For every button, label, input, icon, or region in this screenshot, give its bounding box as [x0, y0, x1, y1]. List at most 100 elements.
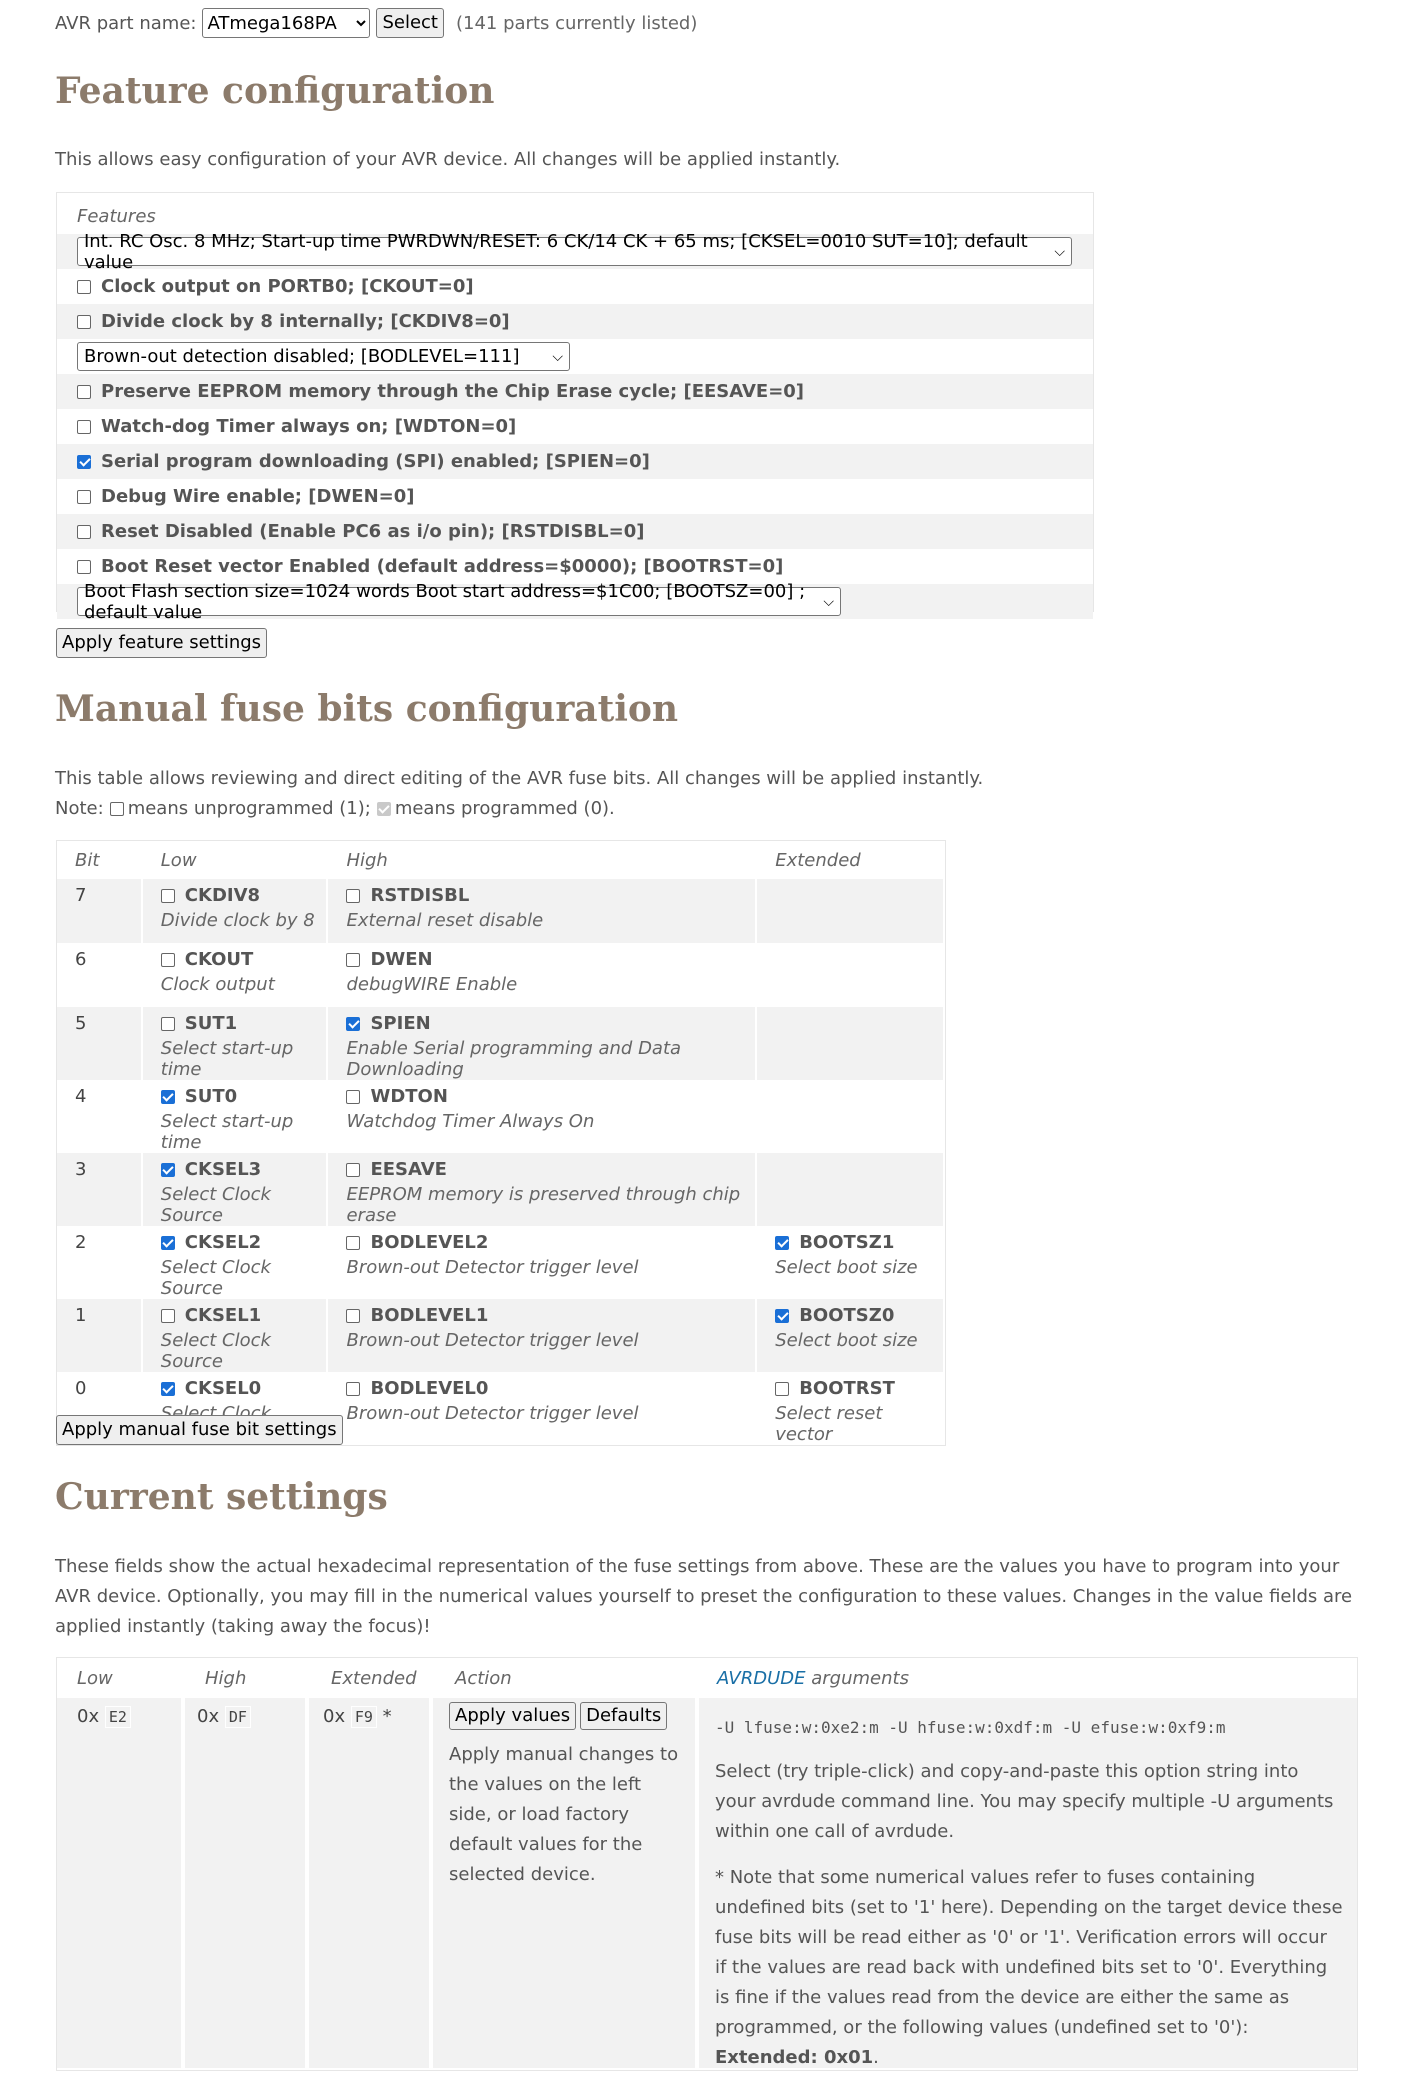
bootsz-select[interactable]: Boot Flash section size=1024 words Boot …: [77, 581, 841, 623]
empty-cell: [757, 879, 945, 943]
oscillator-row: Int. RC Osc. 8 MHz; Start-up time PWRDWN…: [57, 231, 1093, 273]
checkbox-checked[interactable]: [775, 1235, 790, 1250]
fuse-bits-table-panel: Bit Low High Extended 7 CKDIV8 Divide clo…: [56, 840, 946, 1446]
avrdude-args[interactable]: -U lfuse:w:0xe2:m -U hfuse:w:0xdf:m -U e…: [715, 1718, 1343, 1737]
checkbox[interactable]: [346, 1162, 361, 1177]
checkbox[interactable]: [346, 1381, 361, 1396]
part-select[interactable]: ATmega168PA: [202, 8, 371, 38]
low-cell: 0x E2: [57, 1698, 181, 2068]
undefined-bits-note: * Note that some numerical values refer …: [715, 1867, 1343, 2068]
programmed-checkbox-icon: [376, 802, 391, 816]
checkbox-checked[interactable]: [160, 1162, 175, 1177]
feature-eesave[interactable]: Preserve EEPROM memory through the Chip …: [57, 374, 1093, 409]
checkbox[interactable]: [346, 888, 361, 903]
checkbox-checked[interactable]: [346, 1016, 361, 1031]
feature-bootrst[interactable]: Boot Reset vector Enabled (default addre…: [57, 549, 1093, 584]
current-settings-desc: These fields show the actual hexadecimal…: [55, 1556, 1353, 1637]
checkbox-checked[interactable]: [160, 1235, 175, 1250]
table-row: 7 CKDIV8 Divide clock by 8 RSTDISBL Extern…: [57, 879, 945, 943]
part-label: AVR part name:: [55, 12, 197, 34]
chevron-down-icon: ⌵: [1054, 243, 1065, 260]
checkbox[interactable]: [346, 1308, 361, 1323]
bit-number: 6: [57, 943, 143, 1007]
manual-fuse-desc: This table allows reviewing and direct e…: [55, 768, 984, 789]
checkbox[interactable]: [346, 952, 361, 967]
empty-cell: [757, 943, 945, 1007]
checkbox[interactable]: [77, 559, 91, 574]
col-low: Low: [160, 849, 197, 871]
action-cell: Apply values Defaults Apply manual chang…: [433, 1698, 695, 2068]
extended-cell: 0x F9 *: [309, 1698, 429, 2068]
high-cell: 0x DF: [185, 1698, 305, 2068]
oscillator-select[interactable]: Int. RC Osc. 8 MHz; Start-up time PWRDWN…: [77, 231, 1072, 273]
current-values-row: 0x E2 0x DF 0x F9 * Apply values Default…: [57, 1698, 1357, 2068]
fuse-bits-table: Bit Low High Extended 7 CKDIV8 Divide clo…: [57, 841, 945, 1445]
checkbox[interactable]: [160, 952, 175, 967]
feature-config-desc: This allows easy configuration of your A…: [55, 149, 841, 170]
avrdude-cell: -U lfuse:w:0xe2:m -U hfuse:w:0xdf:m -U e…: [699, 1698, 1357, 2068]
checkbox[interactable]: [775, 1381, 790, 1396]
apply-manual-fuse-button[interactable]: Apply manual fuse bit settings: [56, 1415, 343, 1445]
checkbox-checked[interactable]: [775, 1308, 790, 1323]
feature-wdton[interactable]: Watch-dog Timer always on; [WDTON=0]: [57, 409, 1093, 444]
checkbox[interactable]: [346, 1235, 361, 1250]
checkbox[interactable]: [77, 489, 91, 504]
col-bit: Bit: [75, 849, 100, 871]
avrdude-link[interactable]: AVRDUDE: [717, 1668, 806, 1689]
apply-values-button[interactable]: Apply values: [449, 1702, 577, 1730]
select-part-button[interactable]: Select: [376, 8, 444, 38]
feature-dwen[interactable]: Debug Wire enable; [DWEN=0]: [57, 479, 1093, 514]
features-header: Features: [77, 206, 156, 227]
bit-number: 1: [57, 1299, 143, 1372]
table-row: 5 SUT1 Select start-up time SPIEN Enable S…: [57, 1007, 945, 1080]
extended-fuse-input[interactable]: F9: [350, 1706, 377, 1728]
feature-config-heading: Feature configuration: [55, 70, 495, 112]
checkbox[interactable]: [77, 314, 91, 329]
table-row: 4 SUT0 Select start-up time WDTON Watchdog…: [57, 1080, 945, 1153]
legend-note: Note: means unprogrammed (1); means prog…: [55, 798, 615, 819]
defaults-button[interactable]: Defaults: [580, 1702, 668, 1730]
empty-cell: [757, 1007, 945, 1080]
col-extended: Extended: [775, 849, 861, 871]
checkbox-checked[interactable]: [160, 1089, 175, 1104]
unprogrammed-checkbox-icon: [109, 802, 124, 816]
feature-ckdiv8[interactable]: Divide clock by 8 internally; [CKDIV8=0]: [57, 304, 1093, 339]
apply-feature-settings-button[interactable]: Apply feature settings: [56, 628, 268, 658]
bootsz-row: Boot Flash section size=1024 words Boot …: [57, 581, 1093, 623]
bit-number: 4: [57, 1080, 143, 1153]
chevron-down-icon: ⌵: [823, 593, 834, 610]
checkbox[interactable]: [77, 279, 91, 294]
feature-spien[interactable]: Serial program downloading (SPI) enabled…: [57, 444, 1093, 479]
empty-cell: [757, 1080, 945, 1153]
part-selector-bar: AVR part name: ATmega168PA Select (141 p…: [55, 8, 697, 38]
feature-ckout[interactable]: Clock output on PORTB0; [CKOUT=0]: [57, 269, 1093, 304]
checkbox[interactable]: [160, 888, 175, 903]
bit-number: 2: [57, 1226, 143, 1299]
checkbox[interactable]: [346, 1089, 361, 1104]
checkbox-checked[interactable]: [160, 1381, 175, 1396]
checkbox-checked[interactable]: [77, 454, 91, 469]
checkbox[interactable]: [77, 524, 91, 539]
parts-count: (141 parts currently listed): [455, 12, 698, 34]
bod-select[interactable]: Brown-out detection disabled; [BODLEVEL=…: [77, 342, 570, 371]
current-settings-heading: Current settings: [55, 1476, 388, 1518]
empty-cell: [757, 1153, 945, 1226]
table-row: 2 CKSEL2 Select Clock Source BODLEVEL2 Bro…: [57, 1226, 945, 1299]
low-fuse-input[interactable]: E2: [104, 1706, 131, 1728]
feature-rstdisbl[interactable]: Reset Disabled (Enable PC6 as i/o pin); …: [57, 514, 1093, 549]
action-desc: Apply manual changes to the values on th…: [449, 1744, 679, 1885]
checkbox[interactable]: [77, 384, 91, 399]
checkbox[interactable]: [160, 1308, 175, 1323]
current-settings-panel: Low High Extended Action AVRDUDE argumen…: [56, 1657, 1358, 2071]
features-panel: Features Int. RC Osc. 8 MHz; Start-up ti…: [56, 192, 1094, 623]
chevron-down-icon: ⌵: [552, 348, 563, 365]
table-row: 3 CKSEL3 Select Clock Source EESAVE EEPROM…: [57, 1153, 945, 1226]
bit-number: 7: [57, 879, 143, 943]
high-fuse-input[interactable]: DF: [224, 1706, 251, 1728]
checkbox[interactable]: [160, 1016, 175, 1031]
manual-fuse-heading: Manual fuse bits configuration: [55, 688, 679, 730]
table-row: 6 CKOUT Clock output DWEN debugWIRE Enable: [57, 943, 945, 1007]
bit-number: 5: [57, 1007, 143, 1080]
bod-row: Brown-out detection disabled; [BODLEVEL=…: [57, 339, 1093, 374]
checkbox[interactable]: [77, 419, 91, 434]
